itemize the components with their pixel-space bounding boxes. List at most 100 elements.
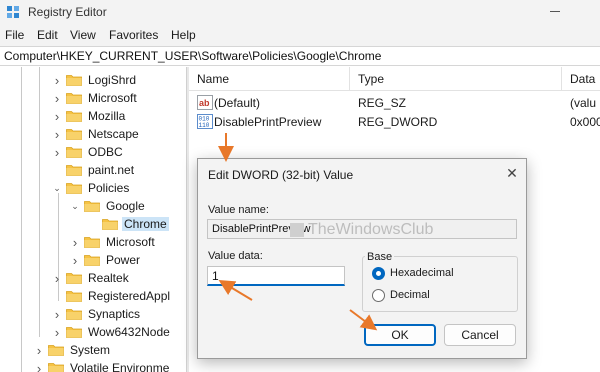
chevron-right-icon[interactable]: › — [52, 269, 62, 287]
folder-icon — [66, 290, 82, 302]
folder-icon — [66, 308, 82, 320]
menu-bar: File Edit View Favorites Help — [0, 24, 600, 46]
registry-editor-icon — [7, 6, 19, 18]
tree-item-system[interactable]: › System — [34, 341, 112, 359]
tree-item-label: paint.net — [88, 163, 135, 177]
folder-icon — [66, 92, 82, 104]
svg-text:ab: ab — [199, 98, 210, 108]
edit-dword-dialog[interactable]: Edit DWORD (32-bit) Value ✕ Value name: … — [197, 158, 527, 359]
base-group — [362, 256, 518, 312]
cancel-button[interactable]: Cancel — [444, 324, 516, 346]
list-row[interactable]: 010 110 DisablePrintPreview REG_DWORD 0x… — [189, 113, 600, 131]
ok-button[interactable]: OK — [364, 324, 436, 346]
chevron-right-icon[interactable]: › — [34, 359, 44, 372]
svg-text:110: 110 — [199, 122, 210, 129]
tree-item-wow6432node[interactable]: › Wow6432Node — [52, 323, 172, 341]
key-tree[interactable]: › LogiShrd › Microsoft › Mozilla › Netscape › ODB… — [0, 67, 186, 372]
chevron-right-icon[interactable]: › — [52, 323, 62, 341]
menu-favorites[interactable]: Favorites — [109, 28, 158, 42]
tree-guide-line — [39, 67, 40, 337]
folder-icon — [84, 236, 100, 248]
tree-item-paint-net[interactable]: paint.net — [52, 161, 136, 179]
folder-icon — [66, 146, 82, 158]
title-bar: Registry Editor — [0, 0, 600, 24]
chevron-right-icon[interactable]: › — [52, 305, 62, 323]
column-type-header[interactable]: Type — [358, 72, 384, 86]
column-separator[interactable] — [349, 67, 350, 91]
tree-item-google[interactable]: ⌄ Google — [70, 197, 147, 215]
chevron-down-icon[interactable]: ⌄ — [52, 179, 62, 197]
tree-item-volatile-environme[interactable]: › Volatile Environme — [34, 359, 171, 372]
value-data-text[interactable]: 1 — [212, 269, 219, 283]
tree-item-odbc[interactable]: › ODBC — [52, 143, 125, 161]
tree-item-power[interactable]: › Power — [70, 251, 142, 269]
tree-item-realtek[interactable]: › Realtek — [52, 269, 131, 287]
tree-item-label: Power — [106, 253, 141, 267]
decimal-label[interactable]: Decimal — [390, 289, 430, 301]
folder-icon — [102, 218, 118, 230]
value-data: (valu — [570, 96, 597, 110]
tree-item-label: Wow6432Node — [88, 325, 170, 339]
value-name: (Default) — [214, 96, 261, 110]
decimal-radio[interactable] — [372, 289, 385, 302]
value-name-label: Value name: — [208, 204, 269, 216]
column-name-header[interactable]: Name — [197, 72, 229, 86]
tree-item-microsoft[interactable]: › Microsoft — [70, 233, 157, 251]
chevron-right-icon[interactable]: › — [52, 143, 62, 161]
tree-item-label: Netscape — [88, 127, 139, 141]
menu-edit[interactable]: Edit — [37, 28, 58, 42]
folder-icon — [66, 128, 82, 140]
tree-item-label: Realtek — [88, 271, 129, 285]
folder-icon — [66, 74, 82, 86]
chevron-right-icon[interactable]: › — [34, 341, 44, 359]
chevron-right-icon[interactable]: › — [52, 107, 62, 125]
minimize-button[interactable] — [548, 4, 562, 18]
tree-item-label: Microsoft — [106, 235, 155, 249]
tree-item-mozilla[interactable]: › Mozilla — [52, 107, 127, 125]
column-separator[interactable] — [561, 67, 562, 91]
folder-icon — [66, 164, 82, 176]
value-data-label: Value data: — [208, 250, 263, 262]
column-data-header[interactable]: Data — [570, 72, 595, 86]
tree-item-policies[interactable]: ⌄ Policies — [52, 179, 131, 197]
tree-item-logishrd[interactable]: › LogiShrd — [52, 71, 138, 89]
tree-item-chrome[interactable]: Chrome — [88, 215, 169, 233]
address-bar[interactable]: Computer\HKEY_CURRENT_USER\Software\Poli… — [0, 46, 600, 66]
menu-help[interactable]: Help — [171, 28, 196, 42]
address-path[interactable]: Computer\HKEY_CURRENT_USER\Software\Poli… — [4, 49, 381, 63]
menu-file[interactable]: File — [5, 28, 24, 42]
hexadecimal-label[interactable]: Hexadecimal — [390, 267, 454, 279]
menu-view[interactable]: View — [70, 28, 96, 42]
folder-icon — [66, 110, 82, 122]
tree-item-label: Policies — [88, 181, 130, 195]
close-icon[interactable]: ✕ — [504, 165, 520, 181]
chevron-right-icon[interactable]: › — [70, 251, 80, 269]
tree-item-label: ODBC — [88, 145, 123, 159]
chevron-right-icon[interactable]: › — [52, 125, 62, 143]
tree-item-label: Google — [106, 199, 145, 213]
value-data: 0x000 — [570, 115, 600, 129]
tree-item-registeredappl[interactable]: RegisteredAppl — [52, 287, 172, 305]
chevron-right-icon[interactable]: › — [52, 71, 62, 89]
tree-item-netscape[interactable]: › Netscape — [52, 125, 141, 143]
tree-item-synaptics[interactable]: › Synaptics — [52, 305, 142, 323]
value-name: DisablePrintPreview — [214, 115, 322, 129]
hexadecimal-radio[interactable] — [372, 267, 385, 280]
value-data-input[interactable]: 1 — [207, 266, 345, 286]
chevron-right-icon[interactable]: › — [52, 89, 62, 107]
dialog-title: Edit DWORD (32-bit) Value — [208, 168, 354, 182]
chevron-down-icon[interactable]: ⌄ — [70, 197, 80, 215]
tree-item-label: Microsoft — [88, 91, 137, 105]
folder-icon — [66, 272, 82, 284]
tree-item-microsoft[interactable]: › Microsoft — [52, 89, 139, 107]
tree-item-label: System — [70, 343, 111, 357]
list-row[interactable]: ab (Default) REG_SZ (valu — [189, 94, 600, 112]
window-title: Registry Editor — [28, 5, 107, 19]
chevron-right-icon[interactable]: › — [70, 233, 80, 251]
open-folder-icon — [84, 200, 100, 212]
watermark-logo — [290, 223, 304, 237]
tree-item-label: Synaptics — [88, 307, 141, 321]
folder-icon — [66, 326, 82, 338]
